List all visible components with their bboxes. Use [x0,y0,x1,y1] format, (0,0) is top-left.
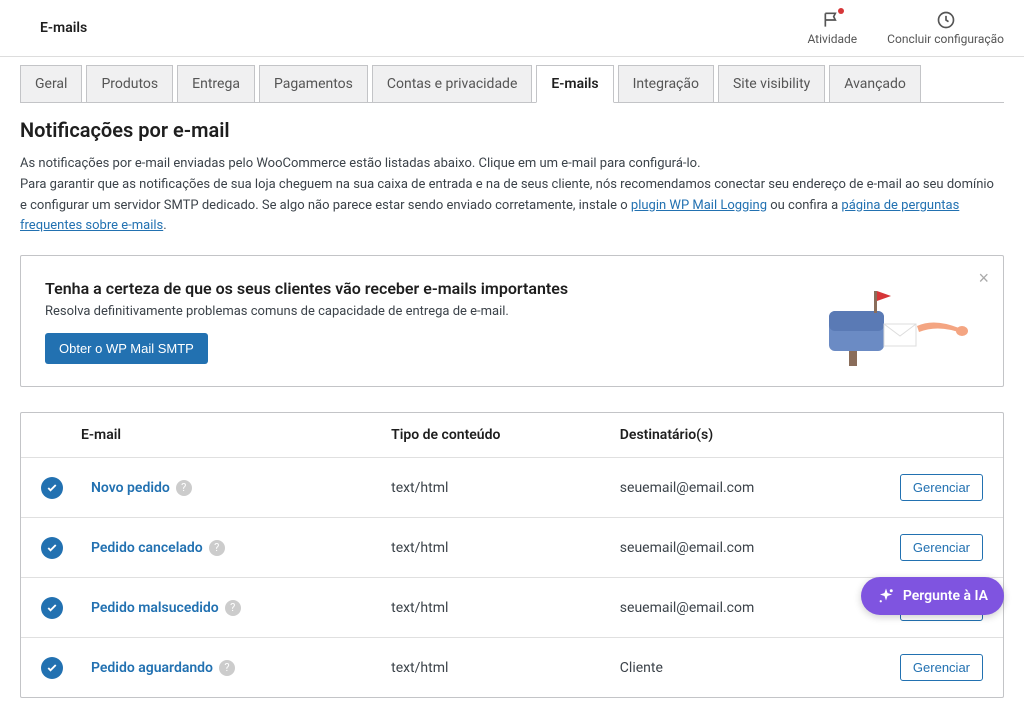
get-wp-mail-smtp-button[interactable]: Obter o WP Mail SMTP [45,333,208,364]
promo-subtitle: Resolva definitivamente problemas comuns… [45,304,799,319]
col-content-type: Tipo de conteúdo [381,413,610,458]
settings-tabs: Geral Produtos Entrega Pagamentos Contas… [0,65,1024,102]
tab-geral[interactable]: Geral [20,65,82,102]
tab-integracao[interactable]: Integração [618,65,714,102]
content-type: text/html [381,518,610,578]
recipient: seuemail@email.com [610,458,883,518]
link-wp-mail-logging[interactable]: plugin WP Mail Logging [631,198,767,213]
manage-button[interactable]: Gerenciar [900,474,983,501]
help-icon[interactable]: ? [219,660,235,676]
status-enabled-icon [41,477,63,499]
recipient: seuemail@email.com [610,518,883,578]
status-enabled-icon [41,657,63,679]
content-type: text/html [381,638,610,698]
email-name-link[interactable]: Novo pedido [91,480,170,496]
promo-box: Tenha a certeza de que os seus clientes … [20,255,1004,387]
mailbox-illustration [799,276,979,366]
content-type: text/html [381,578,610,638]
sparkle-icon [877,587,895,605]
header-actions: Atividade Concluir configuração [807,10,1004,46]
tab-avancado[interactable]: Avançado [829,65,921,102]
flag-icon [822,10,842,30]
page-title: E-mails [40,20,87,36]
col-email: E-mail [81,413,381,458]
status-enabled-icon [41,537,63,559]
tab-produtos[interactable]: Produtos [86,65,173,102]
clock-icon [936,10,956,30]
email-name-link[interactable]: Pedido malsucedido [91,600,219,616]
tab-entrega[interactable]: Entrega [177,65,255,102]
email-name-link[interactable]: Pedido aguardando [91,660,213,676]
table-row: Pedido cancelado? text/html seuemail@ema… [21,518,1003,578]
tab-pagamentos[interactable]: Pagamentos [259,65,368,102]
email-table-wrapper: E-mail Tipo de conteúdo Destinatário(s) … [20,412,1004,698]
email-name-link[interactable]: Pedido cancelado [91,540,203,556]
table-row: Novo pedido? text/html seuemail@email.co… [21,458,1003,518]
col-actions [883,413,1003,458]
section-title: Notificações por e-mail [20,118,1004,142]
help-icon[interactable]: ? [225,600,241,616]
header: E-mails Atividade Concluir configuração [0,0,1024,57]
status-enabled-icon [41,597,63,619]
manage-button[interactable]: Gerenciar [900,534,983,561]
promo-title: Tenha a certeza de que os seus clientes … [45,279,799,298]
ask-ai-button[interactable]: Pergunte à IA [861,577,1004,615]
finish-setup-button[interactable]: Concluir configuração [887,10,1004,46]
tab-emails[interactable]: E-mails [536,65,613,103]
tab-contas[interactable]: Contas e privacidade [372,65,532,102]
email-table: E-mail Tipo de conteúdo Destinatário(s) … [21,413,1003,697]
activity-button[interactable]: Atividade [807,10,857,46]
help-icon[interactable]: ? [209,540,225,556]
col-status [21,413,81,458]
manage-button[interactable]: Gerenciar [900,654,983,681]
close-promo-button[interactable]: × [978,268,989,289]
table-row: Pedido aguardando? text/html Cliente Ger… [21,638,1003,698]
recipient: Cliente [610,638,883,698]
tab-site-visibility[interactable]: Site visibility [718,65,825,102]
col-recipients: Destinatário(s) [610,413,883,458]
content-type: text/html [381,458,610,518]
section-description: As notificações por e-mail enviadas pelo… [20,154,1004,237]
help-icon[interactable]: ? [176,480,192,496]
recipient: seuemail@email.com [610,578,883,638]
table-row: Pedido malsucedido? text/html seuemail@e… [21,578,1003,638]
